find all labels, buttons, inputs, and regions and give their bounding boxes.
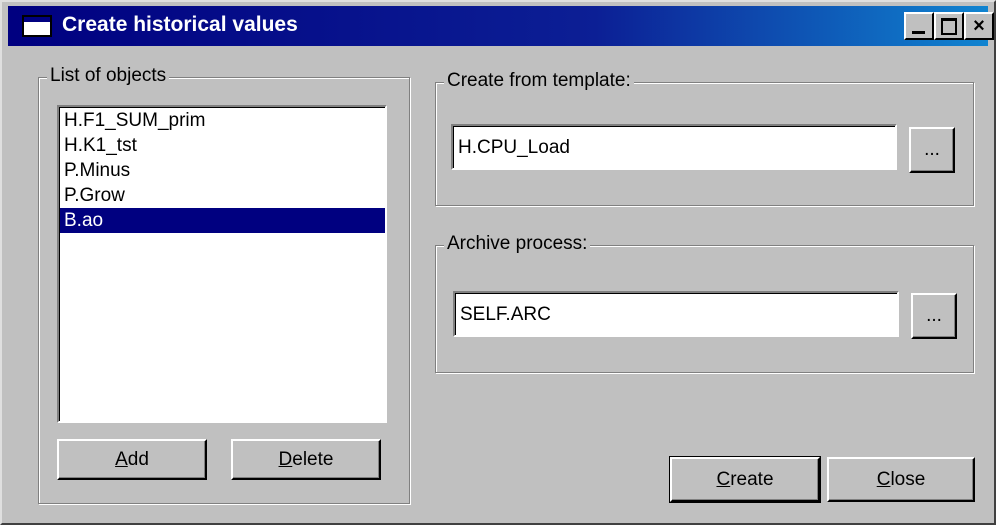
archive-browse-button[interactable]: ...	[911, 293, 957, 339]
list-item[interactable]: H.F1_SUM_prim	[60, 108, 385, 133]
archive-field[interactable]	[453, 291, 899, 337]
delete-mnemonic: D	[278, 449, 293, 470]
ellipsis-icon: ...	[924, 139, 940, 160]
add-button[interactable]: Add	[57, 439, 207, 480]
delete-button[interactable]: Delete	[231, 439, 381, 480]
add-mnemonic: A	[115, 449, 128, 470]
delete-label: elete	[292, 449, 334, 470]
list-item[interactable]: P.Grow	[60, 183, 385, 208]
archive-input[interactable]	[455, 293, 897, 335]
list-item[interactable]: H.K1_tst	[60, 133, 385, 158]
template-field[interactable]	[451, 124, 897, 170]
template-group-legend: Create from template:	[444, 70, 634, 92]
close-window-button[interactable]: ×	[964, 12, 994, 40]
create-button[interactable]: Create	[669, 456, 821, 503]
archive-group-legend: Archive process:	[444, 233, 591, 255]
template-input[interactable]	[453, 126, 895, 168]
window-icon	[22, 15, 52, 37]
maximize-button[interactable]	[934, 12, 964, 40]
create-mnemonic: C	[716, 469, 731, 490]
list-item[interactable]: B.ao	[60, 208, 385, 233]
close-mnemonic: C	[876, 469, 891, 490]
create-label: reate	[730, 469, 774, 490]
minimize-button[interactable]	[904, 12, 934, 40]
dialog-window: Create historical values × List of objec…	[0, 0, 996, 525]
add-label: dd	[127, 449, 149, 470]
close-label: lose	[890, 469, 926, 490]
objects-list: H.F1_SUM_prim H.K1_tst P.Minus P.Grow B.…	[59, 107, 385, 421]
objects-listbox[interactable]: H.F1_SUM_prim H.K1_tst P.Minus P.Grow B.…	[57, 105, 387, 423]
template-browse-button[interactable]: ...	[909, 127, 955, 173]
objects-group-legend: List of objects	[47, 65, 170, 87]
close-icon: ×	[973, 15, 985, 37]
ellipsis-icon: ...	[926, 305, 942, 326]
close-button[interactable]: Close	[827, 457, 975, 502]
list-item[interactable]: P.Minus	[60, 158, 385, 183]
window-title: Create historical values	[62, 13, 298, 36]
title-bar[interactable]: Create historical values ×	[8, 6, 994, 46]
